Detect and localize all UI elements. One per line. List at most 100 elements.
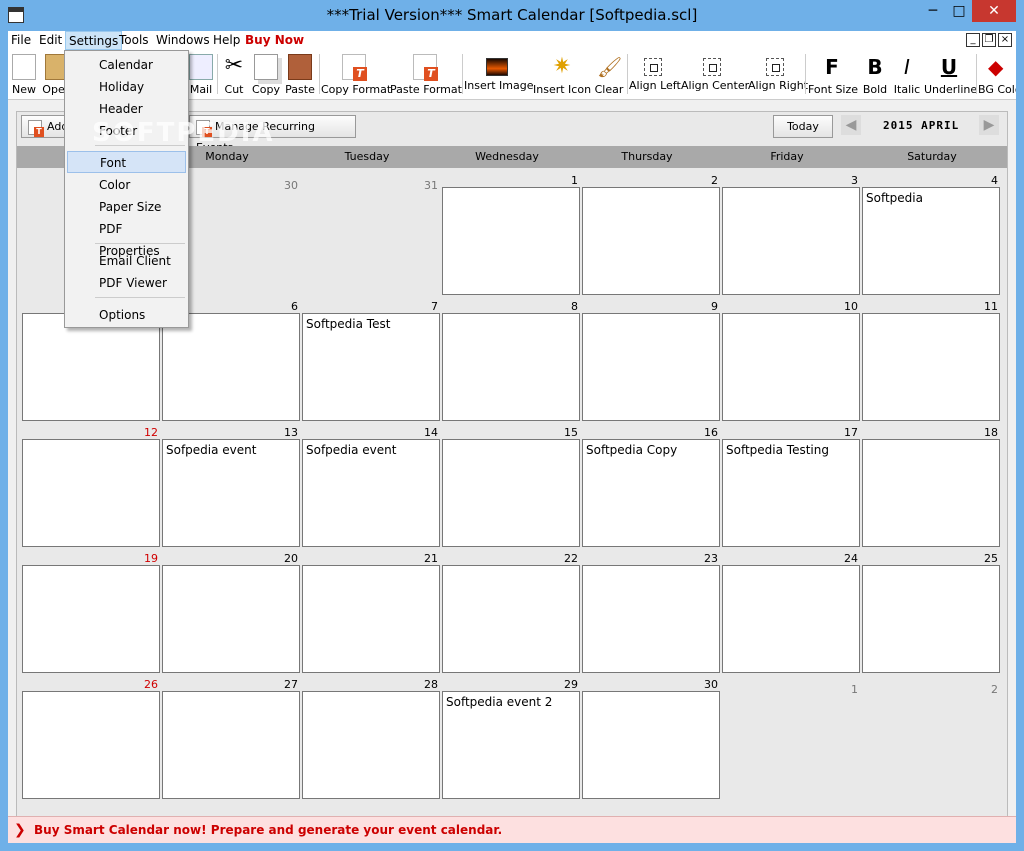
- day-cell[interactable]: [162, 565, 300, 673]
- day-cell[interactable]: Sofpedia event: [162, 439, 300, 547]
- event-text[interactable]: Softpedia Testing: [724, 443, 829, 457]
- day-cell[interactable]: [862, 439, 1000, 547]
- settings-options-item[interactable]: Options: [67, 304, 186, 326]
- mail-button[interactable]: Mail: [188, 52, 214, 98]
- mdi-close-button[interactable]: ×: [998, 33, 1012, 47]
- status-bar: ❯ Buy Smart Calendar now! Prepare and ge…: [8, 816, 1016, 843]
- day-cell[interactable]: [582, 187, 720, 295]
- paste-icon: [288, 54, 312, 80]
- italic-button[interactable]: I Italic: [892, 52, 922, 98]
- mail-icon: [189, 54, 213, 80]
- align-left-button[interactable]: Align Left: [629, 52, 681, 98]
- day-cell[interactable]: [442, 439, 580, 547]
- scissors-icon: ✂: [224, 53, 244, 78]
- day-cell[interactable]: [162, 691, 300, 799]
- event-text[interactable]: Softpedia Test: [304, 317, 390, 331]
- day-cell[interactable]: Softpedia event 2: [442, 691, 580, 799]
- day-cell[interactable]: [22, 313, 160, 421]
- settings-pdf-viewer-item[interactable]: PDF Viewer: [67, 272, 186, 294]
- italic-icon: I: [904, 55, 910, 79]
- underline-button[interactable]: U Underline: [924, 52, 977, 98]
- day-cell[interactable]: [22, 565, 160, 673]
- day-number: 9: [711, 300, 718, 313]
- paste-format-icon: [413, 54, 438, 81]
- day-cell[interactable]: [862, 565, 1000, 673]
- day-number: 3: [851, 174, 858, 187]
- clear-button[interactable]: 🖌 Clear: [594, 52, 624, 98]
- day-name-tuesday: Tuesday: [344, 150, 390, 163]
- day-number: 30: [704, 678, 718, 691]
- settings-calendar-item[interactable]: Calendar: [67, 54, 186, 76]
- copy-format-button[interactable]: Copy Format: [321, 52, 391, 98]
- day-cell[interactable]: [442, 565, 580, 673]
- menu-help[interactable]: Help: [210, 31, 243, 50]
- day-cell[interactable]: [442, 187, 580, 295]
- previous-month-arrow-icon[interactable]: ◀: [841, 115, 861, 135]
- day-number: 1: [851, 683, 858, 696]
- align-right-button[interactable]: Align Right: [748, 52, 808, 98]
- minimize-button[interactable]: ─: [920, 0, 946, 22]
- menu-edit[interactable]: Edit: [36, 31, 65, 50]
- day-cell[interactable]: [722, 565, 860, 673]
- event-text[interactable]: Softpedia Copy: [584, 443, 677, 457]
- bg-color-button[interactable]: ◆BG Color: [978, 52, 1016, 98]
- day-cell[interactable]: [722, 313, 860, 421]
- today-button[interactable]: Today: [773, 115, 833, 138]
- event-text[interactable]: Sofpedia event: [304, 443, 396, 457]
- day-cell[interactable]: [162, 313, 300, 421]
- day-number: 28: [424, 678, 438, 691]
- insert-image-button[interactable]: Insert Image: [464, 52, 534, 98]
- settings-email-client-item[interactable]: Email Client: [67, 250, 186, 272]
- maximize-button[interactable]: □: [946, 0, 972, 22]
- settings-holiday-item[interactable]: Holiday: [67, 76, 186, 98]
- day-cell[interactable]: Softpedia Copy: [582, 439, 720, 547]
- paste-button[interactable]: Paste: [284, 52, 316, 98]
- menu-tools[interactable]: Tools: [116, 31, 152, 50]
- day-cell[interactable]: [22, 439, 160, 547]
- align-left-icon: [644, 58, 662, 76]
- settings-paper-size-item[interactable]: Paper Size: [67, 196, 186, 218]
- day-cell[interactable]: [442, 313, 580, 421]
- day-cell[interactable]: [302, 691, 440, 799]
- event-text[interactable]: Sofpedia event: [164, 443, 256, 457]
- day-cell[interactable]: Softpedia: [862, 187, 1000, 295]
- mdi-minimize-button[interactable]: _: [966, 33, 980, 47]
- insert-icon-button[interactable]: ✷ Insert Icon: [533, 52, 591, 98]
- day-cell[interactable]: Softpedia Testing: [722, 439, 860, 547]
- day-name-saturday: Saturday: [907, 150, 957, 163]
- day-cell[interactable]: [722, 187, 860, 295]
- sparkle-icon: ✷: [552, 54, 572, 79]
- settings-header-item[interactable]: Header: [67, 98, 186, 120]
- day-number: 22: [564, 552, 578, 565]
- next-month-arrow-icon[interactable]: ▶: [979, 115, 999, 135]
- new-button[interactable]: New: [10, 52, 38, 98]
- event-text[interactable]: Softpedia event 2: [444, 695, 552, 709]
- copy-button[interactable]: Copy: [251, 52, 281, 98]
- cut-button[interactable]: ✂ Cut: [221, 52, 247, 98]
- font-size-button[interactable]: F Font Size: [808, 52, 858, 98]
- menu-file[interactable]: File: [8, 31, 34, 50]
- bold-button[interactable]: B Bold: [860, 52, 890, 98]
- menu-windows[interactable]: Windows: [153, 31, 213, 50]
- day-cell[interactable]: [22, 691, 160, 799]
- day-cell[interactable]: [302, 565, 440, 673]
- event-text[interactable]: Softpedia: [864, 191, 923, 205]
- day-number: 16: [704, 426, 718, 439]
- align-center-button[interactable]: Align Center: [681, 52, 749, 98]
- menu-buy-now[interactable]: Buy Now: [242, 31, 307, 50]
- day-cell[interactable]: [582, 691, 720, 799]
- day-cell[interactable]: Sofpedia event: [302, 439, 440, 547]
- paste-format-button[interactable]: Paste Format: [390, 52, 462, 98]
- close-button[interactable]: ✕: [972, 0, 1016, 22]
- mdi-restore-button[interactable]: ❐: [982, 33, 996, 47]
- day-number: 2: [711, 174, 718, 187]
- day-cell[interactable]: [582, 565, 720, 673]
- settings-pdf-properties-item[interactable]: PDF Properties: [67, 218, 186, 258]
- day-cell[interactable]: Softpedia Test: [302, 313, 440, 421]
- buy-promo-link[interactable]: Buy Smart Calendar now! Prepare and gene…: [34, 823, 502, 837]
- day-cell[interactable]: [862, 313, 1000, 421]
- settings-font-item[interactable]: Font: [67, 151, 186, 173]
- day-cell[interactable]: [582, 313, 720, 421]
- settings-color-item[interactable]: Color: [67, 174, 186, 196]
- menu-settings[interactable]: Settings: [65, 31, 123, 50]
